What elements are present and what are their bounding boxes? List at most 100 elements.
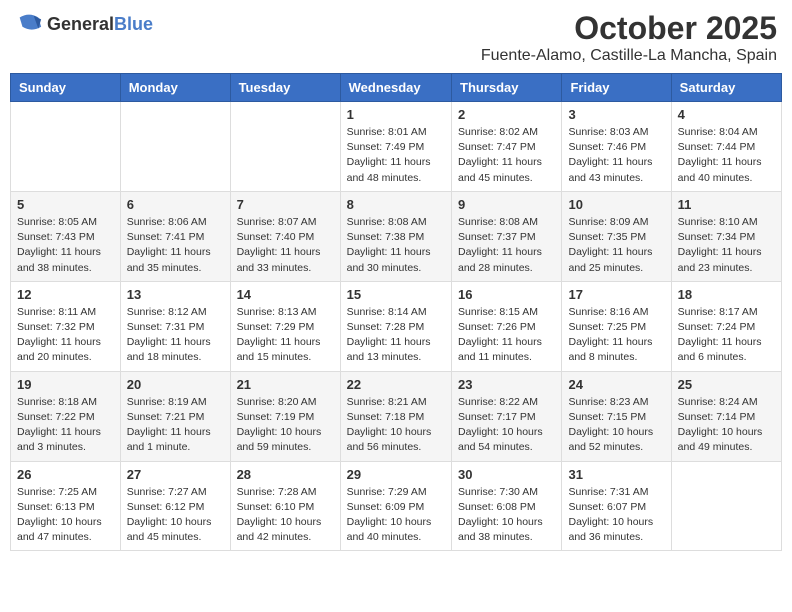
- day-number: 4: [678, 107, 775, 122]
- calendar-cell: 8 Sunrise: 8:08 AMSunset: 7:38 PMDaylight…: [340, 191, 451, 281]
- calendar-week-3: 12 Sunrise: 8:11 AMSunset: 7:32 PMDayligh…: [11, 281, 782, 371]
- calendar-week-5: 26 Sunrise: 7:25 AMSunset: 6:13 PMDayligh…: [11, 461, 782, 551]
- day-info: Sunrise: 8:18 AMSunset: 7:22 PMDaylight:…: [17, 395, 114, 456]
- calendar-cell: 30 Sunrise: 7:30 AMSunset: 6:08 PMDayligh…: [452, 461, 562, 551]
- column-header-friday: Friday: [562, 74, 671, 102]
- day-info: Sunrise: 8:17 AMSunset: 7:24 PMDaylight:…: [678, 305, 775, 366]
- calendar-cell: 1 Sunrise: 8:01 AMSunset: 7:49 PMDaylight…: [340, 102, 451, 192]
- calendar-cell: 5 Sunrise: 8:05 AMSunset: 7:43 PMDaylight…: [11, 191, 121, 281]
- calendar-cell: 20Sunrise: 8:19 AMSunset: 7:21 PMDayligh…: [120, 371, 230, 461]
- day-info: Sunrise: 8:15 AMSunset: 7:26 PMDaylight:…: [458, 305, 555, 366]
- column-header-sunday: Sunday: [11, 74, 121, 102]
- column-header-thursday: Thursday: [452, 74, 562, 102]
- day-number: 21: [237, 377, 334, 392]
- calendar-cell: 13 Sunrise: 8:12 AMSunset: 7:31 PMDayligh…: [120, 281, 230, 371]
- day-info: Sunrise: 8:09 AMSunset: 7:35 PMDaylight:…: [568, 215, 664, 276]
- calendar-cell: 14Sunrise: 8:13 AMSunset: 7:29 PMDayligh…: [230, 281, 340, 371]
- day-number: 13: [127, 287, 224, 302]
- logo-general: General: [47, 14, 114, 34]
- day-number: 17: [568, 287, 664, 302]
- day-info: Sunrise: 8:07 AMSunset: 7:40 PMDaylight:…: [237, 215, 334, 276]
- day-number: 16: [458, 287, 555, 302]
- calendar-cell: 12 Sunrise: 8:11 AMSunset: 7:32 PMDayligh…: [11, 281, 121, 371]
- day-number: 2: [458, 107, 555, 122]
- day-number: 29: [347, 467, 445, 482]
- calendar-cell: 19 Sunrise: 8:18 AMSunset: 7:22 PMDayligh…: [11, 371, 121, 461]
- day-info: Sunrise: 7:29 AMSunset: 6:09 PMDaylight:…: [347, 485, 445, 546]
- day-info: Sunrise: 8:10 AMSunset: 7:34 PMDaylight:…: [678, 215, 775, 276]
- day-number: 18: [678, 287, 775, 302]
- calendar-cell: [671, 461, 781, 551]
- calendar-cell: 22Sunrise: 8:21 AMSunset: 7:18 PMDayligh…: [340, 371, 451, 461]
- month-title: October 2025: [481, 10, 777, 47]
- column-header-tuesday: Tuesday: [230, 74, 340, 102]
- day-info: Sunrise: 8:22 AMSunset: 7:17 PMDaylight:…: [458, 395, 555, 456]
- calendar-cell: 23Sunrise: 8:22 AMSunset: 7:17 PMDayligh…: [452, 371, 562, 461]
- calendar-cell: 7Sunrise: 8:07 AMSunset: 7:40 PMDaylight…: [230, 191, 340, 281]
- day-number: 8: [347, 197, 445, 212]
- logo-blue: Blue: [114, 14, 153, 34]
- day-number: 30: [458, 467, 555, 482]
- day-number: 11: [678, 197, 775, 212]
- day-info: Sunrise: 7:30 AMSunset: 6:08 PMDaylight:…: [458, 485, 555, 546]
- calendar-cell: 29 Sunrise: 7:29 AMSunset: 6:09 PMDayligh…: [340, 461, 451, 551]
- day-info: Sunrise: 8:02 AMSunset: 7:47 PMDaylight:…: [458, 125, 555, 186]
- day-number: 10: [568, 197, 664, 212]
- day-info: Sunrise: 8:19 AMSunset: 7:21 PMDaylight:…: [127, 395, 224, 456]
- day-info: Sunrise: 8:24 AMSunset: 7:14 PMDaylight:…: [678, 395, 775, 456]
- day-number: 3: [568, 107, 664, 122]
- calendar-cell: 17 Sunrise: 8:16 AMSunset: 7:25 PMDayligh…: [562, 281, 671, 371]
- day-info: Sunrise: 8:11 AMSunset: 7:32 PMDaylight:…: [17, 305, 114, 366]
- calendar-week-4: 19 Sunrise: 8:18 AMSunset: 7:22 PMDayligh…: [11, 371, 782, 461]
- calendar-cell: 15 Sunrise: 8:14 AMSunset: 7:28 PMDayligh…: [340, 281, 451, 371]
- calendar-cell: 31Sunrise: 7:31 AMSunset: 6:07 PMDayligh…: [562, 461, 671, 551]
- day-info: Sunrise: 8:16 AMSunset: 7:25 PMDaylight:…: [568, 305, 664, 366]
- logo-icon: [15, 10, 43, 38]
- calendar-cell: 9Sunrise: 8:08 AMSunset: 7:37 PMDaylight…: [452, 191, 562, 281]
- day-info: Sunrise: 8:21 AMSunset: 7:18 PMDaylight:…: [347, 395, 445, 456]
- day-info: Sunrise: 8:06 AMSunset: 7:41 PMDaylight:…: [127, 215, 224, 276]
- calendar-cell: 25Sunrise: 8:24 AMSunset: 7:14 PMDayligh…: [671, 371, 781, 461]
- calendar-cell: 21Sunrise: 8:20 AMSunset: 7:19 PMDayligh…: [230, 371, 340, 461]
- day-info: Sunrise: 7:25 AMSunset: 6:13 PMDaylight:…: [17, 485, 114, 546]
- day-number: 24: [568, 377, 664, 392]
- calendar-cell: [11, 102, 121, 192]
- calendar-cell: 2 Sunrise: 8:02 AMSunset: 7:47 PMDaylight…: [452, 102, 562, 192]
- day-number: 26: [17, 467, 114, 482]
- calendar-cell: 10 Sunrise: 8:09 AMSunset: 7:35 PMDayligh…: [562, 191, 671, 281]
- column-header-saturday: Saturday: [671, 74, 781, 102]
- day-info: Sunrise: 8:23 AMSunset: 7:15 PMDaylight:…: [568, 395, 664, 456]
- day-number: 14: [237, 287, 334, 302]
- calendar-cell: 26 Sunrise: 7:25 AMSunset: 6:13 PMDayligh…: [11, 461, 121, 551]
- calendar-cell: 28Sunrise: 7:28 AMSunset: 6:10 PMDayligh…: [230, 461, 340, 551]
- title-section: October 2025 Fuente-Alamo, Castille-La M…: [481, 10, 777, 65]
- calendar-cell: 6Sunrise: 8:06 AMSunset: 7:41 PMDaylight…: [120, 191, 230, 281]
- calendar-cell: [230, 102, 340, 192]
- day-info: Sunrise: 8:14 AMSunset: 7:28 PMDaylight:…: [347, 305, 445, 366]
- day-info: Sunrise: 8:08 AMSunset: 7:38 PMDaylight:…: [347, 215, 445, 276]
- day-number: 5: [17, 197, 114, 212]
- calendar-cell: 3 Sunrise: 8:03 AMSunset: 7:46 PMDaylight…: [562, 102, 671, 192]
- calendar-cell: 18 Sunrise: 8:17 AMSunset: 7:24 PMDayligh…: [671, 281, 781, 371]
- calendar-header-row: SundayMondayTuesdayWednesdayThursdayFrid…: [11, 74, 782, 102]
- day-info: Sunrise: 7:27 AMSunset: 6:12 PMDaylight:…: [127, 485, 224, 546]
- day-info: Sunrise: 8:01 AMSunset: 7:49 PMDaylight:…: [347, 125, 445, 186]
- day-number: 15: [347, 287, 445, 302]
- day-info: Sunrise: 7:31 AMSunset: 6:07 PMDaylight:…: [568, 485, 664, 546]
- calendar-week-2: 5 Sunrise: 8:05 AMSunset: 7:43 PMDaylight…: [11, 191, 782, 281]
- day-info: Sunrise: 8:12 AMSunset: 7:31 PMDaylight:…: [127, 305, 224, 366]
- column-header-monday: Monday: [120, 74, 230, 102]
- day-number: 19: [17, 377, 114, 392]
- calendar-cell: 4 Sunrise: 8:04 AMSunset: 7:44 PMDaylight…: [671, 102, 781, 192]
- day-number: 1: [347, 107, 445, 122]
- day-info: Sunrise: 8:04 AMSunset: 7:44 PMDaylight:…: [678, 125, 775, 186]
- day-number: 9: [458, 197, 555, 212]
- column-header-wednesday: Wednesday: [340, 74, 451, 102]
- day-number: 12: [17, 287, 114, 302]
- calendar-cell: [120, 102, 230, 192]
- calendar-week-1: 1 Sunrise: 8:01 AMSunset: 7:49 PMDaylight…: [11, 102, 782, 192]
- day-number: 27: [127, 467, 224, 482]
- day-info: Sunrise: 8:03 AMSunset: 7:46 PMDaylight:…: [568, 125, 664, 186]
- calendar-table: SundayMondayTuesdayWednesdayThursdayFrid…: [10, 73, 782, 551]
- day-info: Sunrise: 8:05 AMSunset: 7:43 PMDaylight:…: [17, 215, 114, 276]
